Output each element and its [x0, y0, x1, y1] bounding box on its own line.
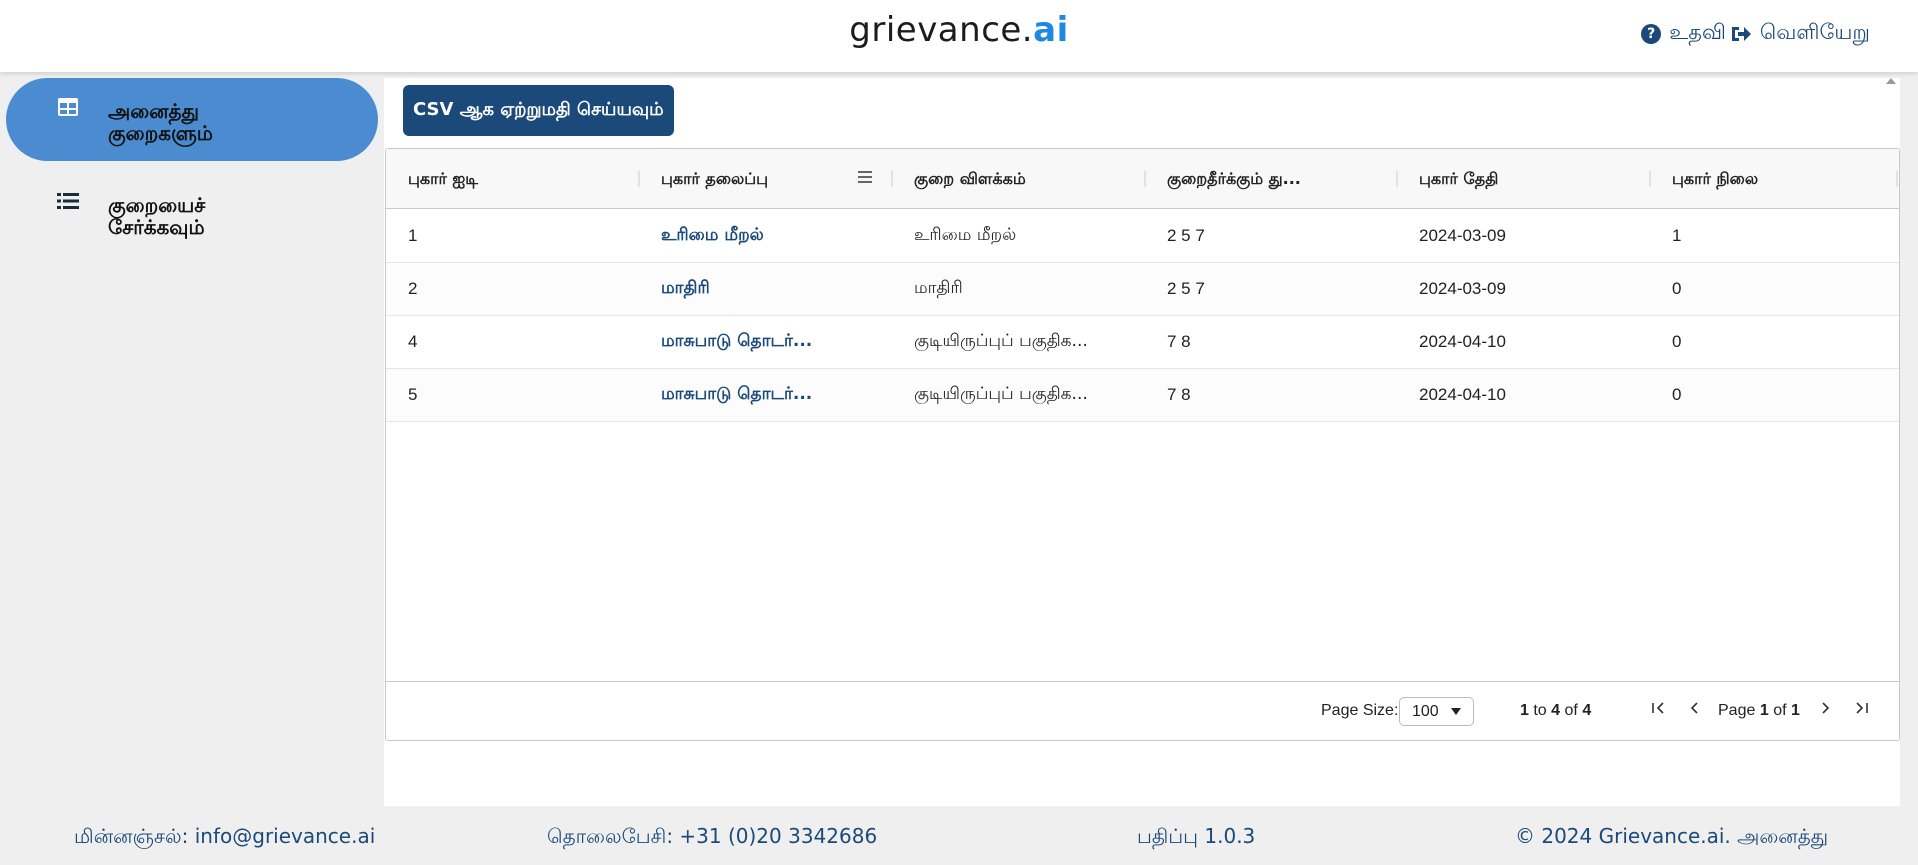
range-of-word: of: [1564, 702, 1578, 719]
table-row[interactable]: 5 மாசுபாடு தொடர்... குடியிருப்புப் பகுதி…: [386, 369, 1899, 422]
cell-description: குடியிருப்புப் பகுதிக...: [914, 384, 1088, 404]
range-total: 4: [1582, 702, 1592, 719]
grid-header: புகார் ஐடி புகார் தலைப்பு குறை விளக்கம் …: [386, 149, 1899, 209]
cell-date: 2024-04-10: [1419, 385, 1506, 404]
sidebar-item-all-grievances[interactable]: அனைத்து குறைகளும்: [6, 78, 378, 161]
footer-version: பதிப்பு 1.0.3: [1137, 824, 1256, 848]
column-header-title[interactable]: புகார் தலைப்பு: [639, 149, 892, 209]
range-to: 4: [1551, 702, 1561, 719]
table-icon: [58, 98, 78, 116]
page-of-word: of: [1773, 702, 1787, 719]
main-panel: CSV ஆக ஏற்றுமதி செய்யவும் புகார் ஐடி புக…: [384, 78, 1900, 806]
page-size-label: Page Size:: [1321, 702, 1399, 719]
next-page-icon[interactable]: [1816, 698, 1836, 718]
cell-department: 2 5 7: [1167, 226, 1205, 245]
scrollbar-up-arrow[interactable]: [1886, 78, 1896, 84]
footer-copyright: © 2024 Grievance.ai. அனைத்து: [1515, 824, 1829, 848]
question-circle-icon: ?: [1641, 23, 1662, 44]
cell-title-link[interactable]: உரிமை மீறல்: [639, 210, 764, 262]
cell-status: 1: [1672, 226, 1682, 245]
cell-description: உரிமை மீறல்: [914, 225, 1017, 245]
sidebar-item-label: அனைத்து குறைகளும்: [108, 99, 213, 145]
brand-logo[interactable]: grievance.ai: [0, 10, 1918, 50]
top-header: grievance.ai ? உதவி வெளியேறு: [0, 0, 1918, 72]
help-link[interactable]: ? உதவி: [1641, 20, 1726, 47]
cell-date: 2024-03-09: [1419, 279, 1506, 298]
cell-status: 0: [1672, 279, 1682, 298]
cell-title-link[interactable]: மாதிரி: [639, 263, 710, 315]
cell-date: 2024-03-09: [1419, 226, 1506, 245]
footer: மின்னஞ்சல்: info@grievance.ai தொலைபேசி: …: [0, 806, 1918, 865]
sidebar: அனைத்து குறைகளும் குறையைச் சேர்க்கவும்: [0, 72, 384, 806]
page-size-select[interactable]: 100: [1399, 697, 1474, 726]
page-size-value: 100: [1412, 702, 1439, 720]
export-csv-button[interactable]: CSV ஆக ஏற்றுமதி செய்யவும்: [403, 85, 674, 136]
page-word: Page: [1718, 702, 1756, 719]
pagination-bar: Page Size: 100 1 to 4 of 4 Page 1 of 1: [386, 681, 1899, 740]
logout-link[interactable]: வெளியேறு: [1730, 20, 1870, 47]
cell-title-link[interactable]: மாசுபாடு தொடர்...: [639, 369, 812, 421]
column-separator[interactable]: [1896, 171, 1898, 187]
brand-main-text: grievance.: [849, 10, 1034, 50]
column-header-status[interactable]: புகார் நிலை: [1650, 149, 1898, 209]
cell-department: 7 8: [1167, 385, 1191, 404]
cell-id: 5: [408, 385, 418, 404]
row-range-summary: 1 to 4 of 4: [1520, 702, 1591, 720]
brand-accent-text: ai: [1033, 10, 1069, 50]
cell-description: மாதிரி: [914, 278, 963, 298]
column-header-department[interactable]: குறைதீர்க்கும் து...: [1145, 149, 1397, 209]
column-header-date[interactable]: புகார் தேதி: [1397, 149, 1650, 209]
cell-title-link[interactable]: மாசுபாடு தொடர்...: [639, 316, 812, 368]
first-page-icon[interactable]: [1648, 698, 1668, 718]
footer-phone: தொலைபேசி: +31 (0)20 3342686: [547, 824, 878, 848]
list-icon: [57, 193, 79, 209]
grievance-grid: புகார் ஐடி புகார் தலைப்பு குறை விளக்கம் …: [385, 148, 1900, 741]
header-actions: ? உதவி வெளியேறு: [1641, 20, 1870, 47]
range-to-word: to: [1533, 702, 1547, 719]
sidebar-item-label: குறையைச் சேர்க்கவும்: [108, 193, 206, 239]
logout-icon: [1731, 26, 1751, 41]
previous-page-icon[interactable]: [1684, 698, 1704, 718]
cell-date: 2024-04-10: [1419, 332, 1506, 351]
cell-id: 2: [408, 279, 418, 298]
column-header-description[interactable]: குறை விளக்கம்: [892, 149, 1144, 209]
range-from: 1: [1520, 702, 1529, 719]
page-current: 1: [1759, 702, 1769, 719]
table-row[interactable]: 2 மாதிரி மாதிரி 2 5 7 2024-03-09 0: [386, 263, 1899, 316]
last-page-icon[interactable]: [1852, 698, 1872, 718]
column-menu-icon[interactable]: [858, 171, 872, 183]
column-header-id[interactable]: புகார் ஐடி: [386, 149, 639, 209]
sidebar-item-add-grievance[interactable]: குறையைச் சேர்க்கவும்: [6, 172, 378, 255]
page-total: 1: [1790, 702, 1800, 719]
caret-down-icon: [1451, 708, 1461, 715]
logout-label: வெளியேறு: [1759, 20, 1870, 44]
cell-id: 4: [408, 332, 418, 351]
cell-status: 0: [1672, 332, 1682, 351]
footer-email[interactable]: மின்னஞ்சல்: info@grievance.ai: [74, 824, 375, 851]
cell-description: குடியிருப்புப் பகுதிக...: [914, 331, 1088, 351]
help-label: உதவி: [1669, 20, 1726, 44]
cell-department: 7 8: [1167, 332, 1191, 351]
cell-id: 1: [408, 226, 418, 245]
cell-status: 0: [1672, 385, 1682, 404]
table-row[interactable]: 1 உரிமை மீறல் உரிமை மீறல் 2 5 7 2024-03-…: [386, 210, 1899, 263]
page-indicator: Page 1 of 1: [1718, 702, 1800, 720]
table-row[interactable]: 4 மாசுபாடு தொடர்... குடியிருப்புப் பகுதி…: [386, 316, 1899, 369]
cell-department: 2 5 7: [1167, 279, 1205, 298]
